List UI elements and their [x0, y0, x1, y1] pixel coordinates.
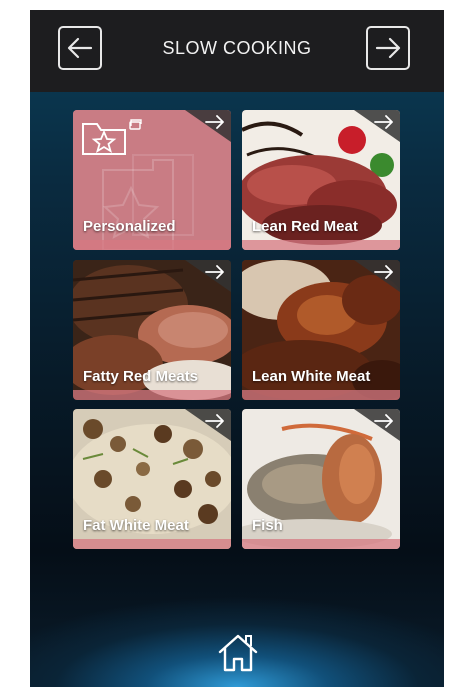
arrow-right-icon: [205, 414, 224, 428]
tile-lean-red-meat[interactable]: Lean Red Meat: [242, 110, 400, 250]
arrow-left-icon: [67, 37, 93, 59]
tile-label: Fatty Red Meats: [83, 368, 199, 385]
tile-personalized[interactable]: Personalized: [73, 110, 231, 250]
app-screen: SLOW COOKING Personalized Lean Red Meat …: [30, 10, 444, 687]
tile-fat-white-meat[interactable]: Fat White Meat: [73, 409, 231, 549]
tile-label: Fat White Meat: [83, 517, 189, 534]
top-bar: SLOW COOKING: [30, 10, 444, 92]
tile-strip: [242, 539, 400, 549]
tile-strip: [73, 390, 231, 400]
arrow-right-icon: [205, 265, 224, 279]
page-title: SLOW COOKING: [162, 38, 312, 58]
home-icon[interactable]: [216, 632, 260, 674]
arrow-right-icon: [374, 265, 393, 279]
back-button[interactable]: [58, 26, 102, 70]
arrow-right-icon: [374, 414, 393, 428]
arrow-right-icon: [375, 37, 401, 59]
tile-label: Lean White Meat: [252, 368, 371, 385]
tile-fish[interactable]: Fish: [242, 409, 400, 549]
tile-strip: [242, 390, 400, 400]
arrow-right-icon: [205, 115, 224, 129]
tile-lean-white-meat[interactable]: Lean White Meat: [242, 260, 400, 400]
tile-label: Fish: [252, 517, 283, 534]
tile-strip: [73, 240, 231, 250]
tile-label: Lean Red Meat: [252, 218, 358, 235]
forward-button[interactable]: [366, 26, 410, 70]
tile-strip: [242, 240, 400, 250]
tile-strip: [73, 539, 231, 549]
folder-star-icon: [82, 119, 142, 155]
arrow-right-icon: [374, 115, 393, 129]
tile-label: Personalized: [83, 218, 176, 235]
tile-fatty-red-meats[interactable]: Fatty Red Meats: [73, 260, 231, 400]
